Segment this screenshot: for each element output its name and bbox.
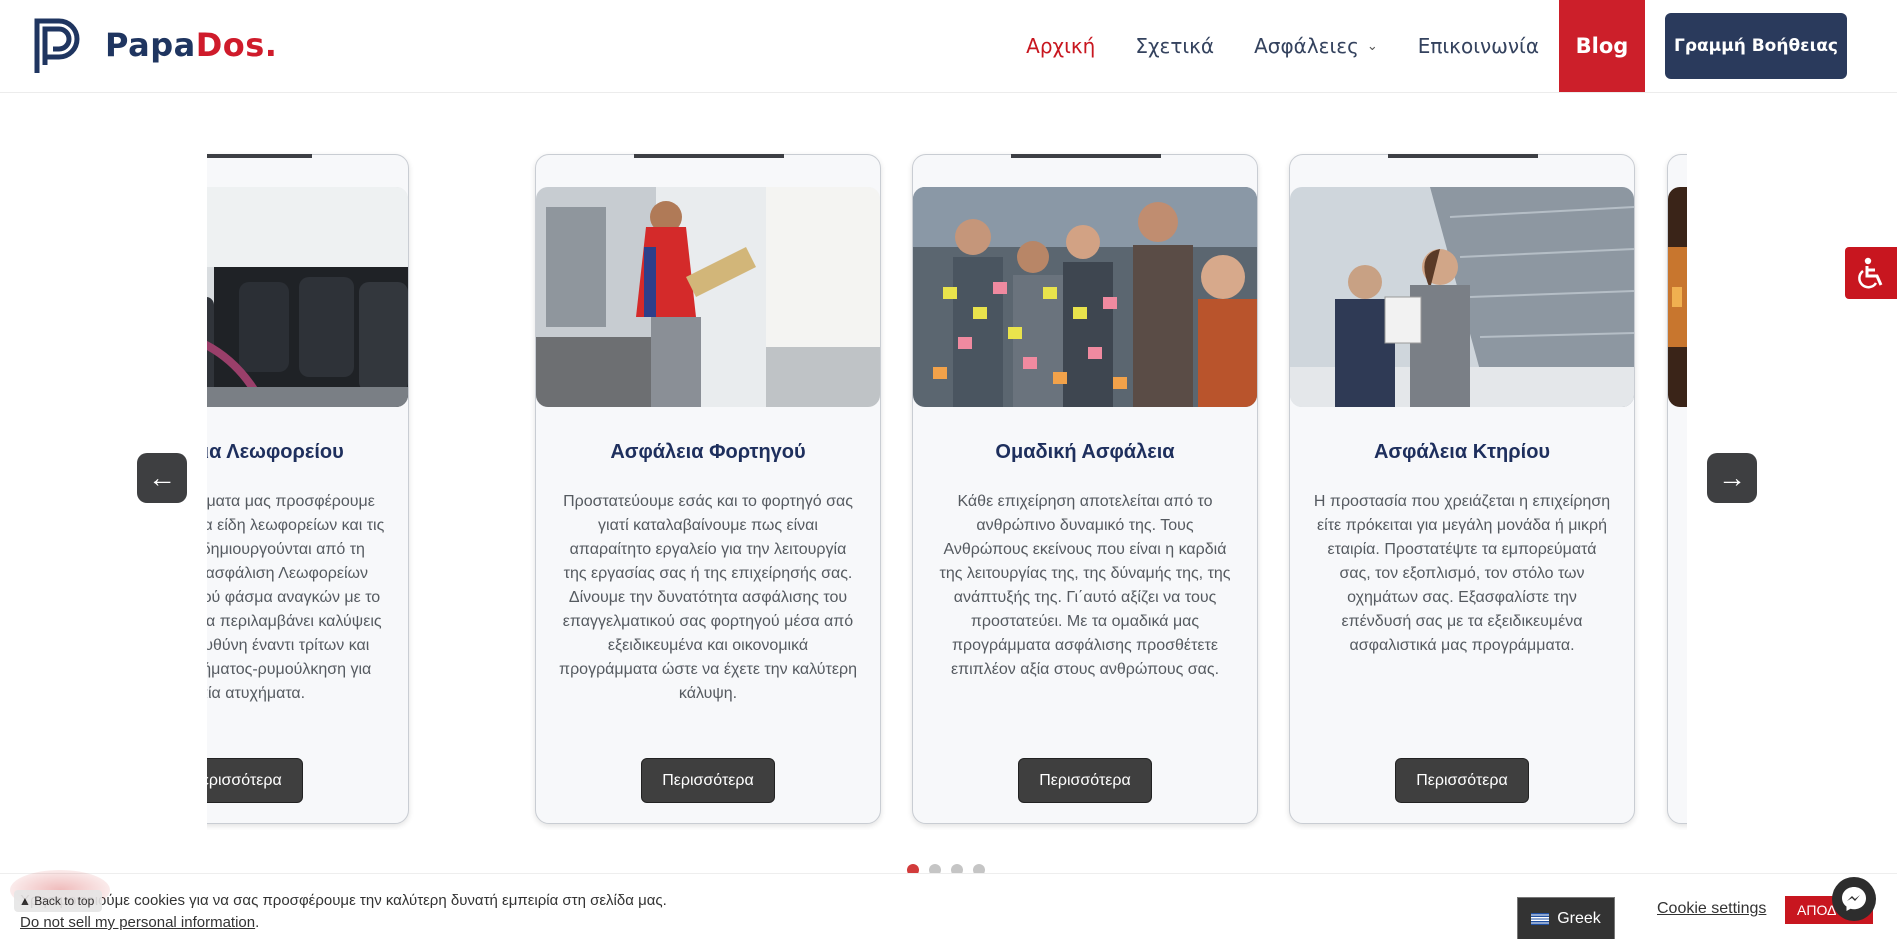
- next-card-image: [1668, 187, 1687, 407]
- cookie-dnsmpi-suffix: .: [255, 914, 260, 931]
- team-meeting-image: [913, 187, 1257, 407]
- card-bus-insurance: Ασφάλεια Λεωφορείου Με τα προγράμματα μα…: [207, 154, 409, 824]
- nav-insurance[interactable]: Ασφάλειες ⌄: [1254, 34, 1378, 58]
- carousel-prev-button[interactable]: ←: [137, 453, 187, 503]
- nav-insurance-label: Ασφάλειες: [1254, 34, 1359, 58]
- nav-contact[interactable]: Επικοινωνία: [1418, 34, 1539, 58]
- card-building-insurance: Ασφάλεια Κτηρίου Η προστασία που χρειάζε…: [1289, 154, 1635, 824]
- more-button[interactable]: Περισσότερα: [207, 758, 303, 803]
- language-switcher[interactable]: Greek: [1517, 897, 1615, 939]
- nav-home[interactable]: Αρχική: [1026, 34, 1095, 58]
- card-description: Η προστασία που χρειάζεται η επιχείρηση …: [1313, 493, 1611, 654]
- logo-text: PapaDos.: [105, 26, 277, 64]
- card-top-accent: [1388, 154, 1538, 158]
- nav-about[interactable]: Σχετικά: [1135, 34, 1214, 58]
- truck-driver-image: [536, 187, 880, 407]
- card-title: Ασφάλεια Λεωφορείου: [207, 441, 344, 463]
- chevron-down-icon: ⌄: [1366, 38, 1378, 54]
- card-top-accent: [207, 154, 312, 158]
- logo-mark-icon: [34, 18, 80, 73]
- business-people-image: [1290, 187, 1634, 407]
- more-button[interactable]: Περισσότερα: [641, 758, 775, 803]
- back-to-top-button[interactable]: ▲ Back to top: [14, 890, 102, 912]
- bus-interior-image: [207, 187, 408, 407]
- card-description: Με τα προγράμματα μας προσφέρουμε κάλυψη…: [207, 493, 385, 702]
- card-description: Κάθε επιχείρηση αποτελείται από το ανθρώ…: [939, 493, 1231, 678]
- accessibility-button[interactable]: [1845, 247, 1897, 299]
- cookie-text: Χρησιμοποιούμε cookies για να σας προσφέ…: [20, 892, 667, 909]
- carousel-next-button[interactable]: →: [1707, 453, 1757, 503]
- wheelchair-icon: [1858, 257, 1883, 289]
- site-header: PapaDos. Αρχική Σχετικά Ασφάλειες ⌄ Επικ…: [0, 0, 1897, 93]
- cookie-message: Χρησιμοποιούμε cookies για να σας προσφέ…: [20, 890, 667, 934]
- more-button[interactable]: Περισσότερα: [1395, 758, 1529, 803]
- card-top-accent: [1011, 154, 1161, 158]
- card-top-accent: [634, 154, 784, 158]
- cookie-dnsmpi-line: Do not sell my personal information.: [20, 912, 667, 934]
- card-title: Ασφάλεια Φορτηγού: [610, 441, 806, 463]
- language-label: Greek: [1557, 910, 1601, 927]
- logo-text-part2: Dos.: [195, 26, 278, 64]
- do-not-sell-link[interactable]: Do not sell my personal information: [20, 914, 255, 931]
- messenger-icon: [1842, 887, 1866, 911]
- helpline-button[interactable]: Γραμμή Βοήθειας: [1665, 13, 1847, 79]
- nav-blog[interactable]: Blog: [1559, 0, 1645, 92]
- more-button[interactable]: Περισσότερα: [1018, 758, 1152, 803]
- card-group-insurance: Ομαδική Ασφάλεια Κάθε επιχείρηση αποτελε…: [912, 154, 1258, 824]
- logo-text-part1: Papa: [105, 26, 196, 64]
- card-truck-insurance: Ασφάλεια Φορτηγού Προστατεύουμε εσάς και…: [535, 154, 881, 824]
- services-carousel: Ασφάλεια Λεωφορείου Με τα προγράμματα μα…: [207, 150, 1687, 830]
- cookie-settings-link[interactable]: Cookie settings: [1657, 900, 1766, 918]
- card-next-partial: [1667, 154, 1687, 824]
- site-logo[interactable]: PapaDos.: [33, 15, 277, 75]
- greek-flag-icon: [1531, 913, 1550, 925]
- main-nav: Αρχική Σχετικά Ασφάλειες ⌄ Επικοινωνία B…: [1006, 0, 1847, 92]
- messenger-chat-button[interactable]: [1832, 877, 1876, 921]
- card-title: Ομαδική Ασφάλεια: [995, 441, 1175, 463]
- card-title: Ασφάλεια Κτηρίου: [1373, 441, 1551, 463]
- card-description: Προστατεύουμε εσάς και το φορτηγό σας γι…: [559, 493, 857, 702]
